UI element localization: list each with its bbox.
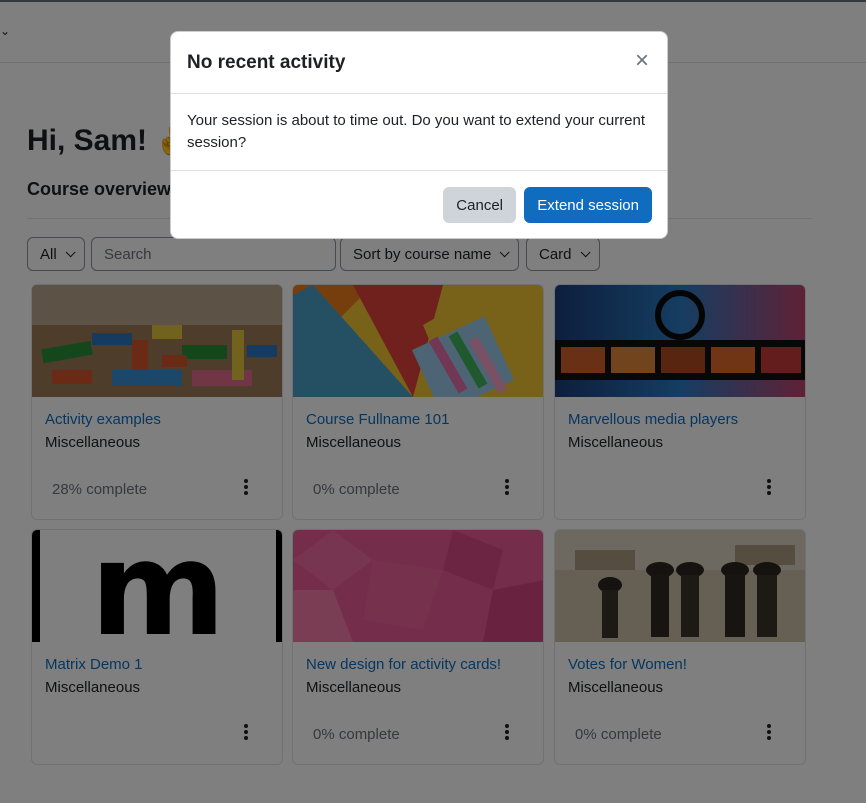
extend-session-button[interactable]: Extend session	[524, 187, 652, 223]
modal-footer: Cancel Extend session	[171, 171, 667, 239]
close-icon[interactable]: ×	[635, 49, 649, 73]
session-timeout-dialog: No recent activity × Your session is abo…	[170, 31, 668, 239]
modal-message: Your session is about to time out. Do yo…	[171, 94, 667, 171]
modal-title: No recent activity	[187, 52, 346, 73]
modal-header: No recent activity ×	[171, 32, 667, 94]
cancel-button[interactable]: Cancel	[443, 187, 516, 223]
